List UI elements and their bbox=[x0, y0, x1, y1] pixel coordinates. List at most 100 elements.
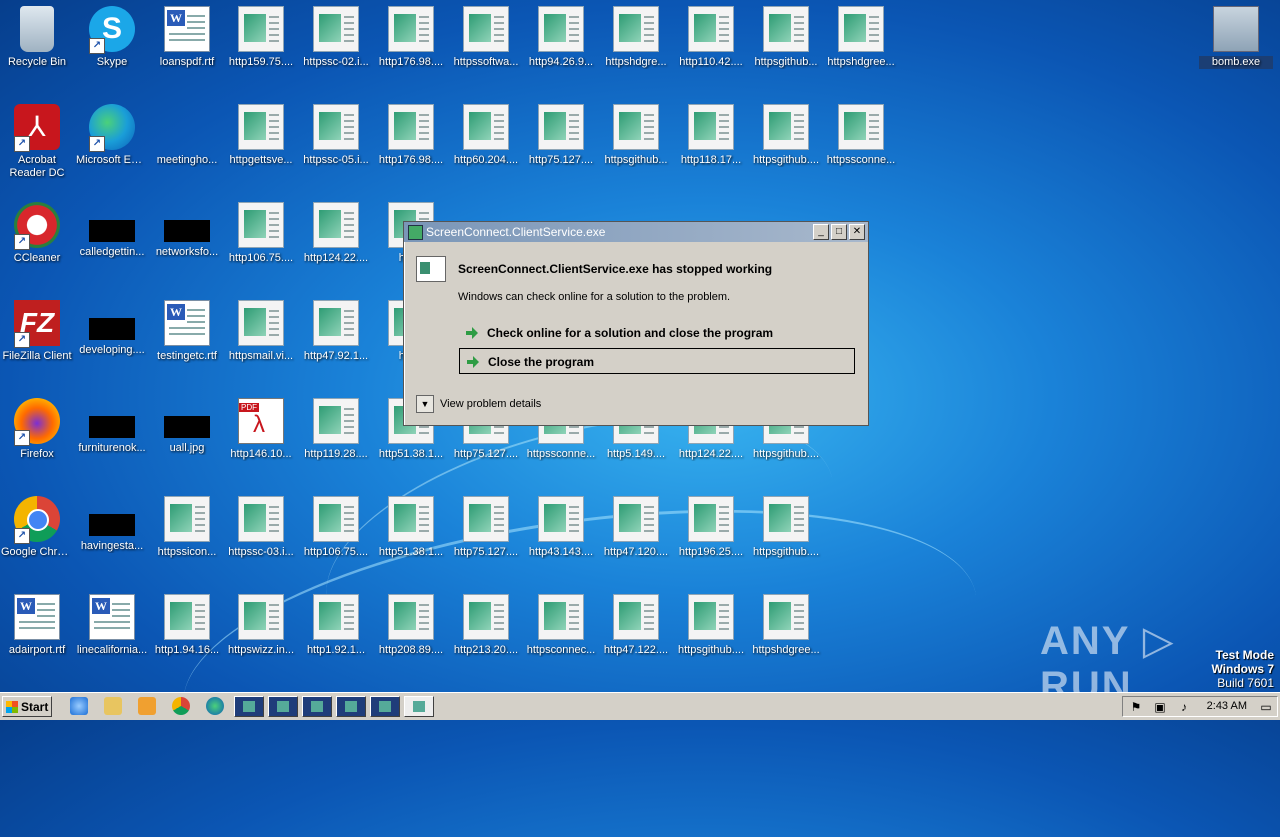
network-icon[interactable]: ▣ bbox=[1153, 700, 1167, 714]
desktop-icon[interactable]: S ↗ Skype bbox=[75, 0, 149, 90]
desktop-icon[interactable]: http51.38.1... bbox=[374, 490, 448, 580]
desktop-icon[interactable]: networksfo... bbox=[150, 196, 224, 286]
desktop-icon[interactable]: Wadairport.rtf bbox=[0, 588, 74, 678]
desktop-icon-label: http119.28.... bbox=[304, 448, 368, 460]
flag-icon[interactable]: ⚑ bbox=[1129, 700, 1143, 714]
desktop-icon[interactable]: http118.17... bbox=[674, 98, 748, 188]
close-program-option[interactable]: Close the program bbox=[459, 348, 855, 374]
desktop-icon[interactable]: http47.92.1... bbox=[299, 294, 373, 384]
desktop-icon[interactable]: furniturenok... bbox=[75, 392, 149, 482]
desktop-icon[interactable]: http159.75.... bbox=[224, 0, 298, 90]
desktop-icon[interactable]: meetingho... bbox=[150, 98, 224, 188]
desktop-icon[interactable]: httpshdgree... bbox=[749, 588, 823, 678]
desktop-icon[interactable]: httpsgithub.... bbox=[674, 588, 748, 678]
dialog-titlebar[interactable]: ScreenConnect.ClientService.exe _ □ ✕ bbox=[404, 222, 868, 242]
desktop-icon[interactable]: httpsmail.vi... bbox=[224, 294, 298, 384]
desktop-icon[interactable]: http75.127.... bbox=[524, 98, 598, 188]
start-button[interactable]: Start bbox=[2, 696, 52, 717]
desktop-icon[interactable]: Wtestingetc.rtf bbox=[150, 294, 224, 384]
desktop-icon-label: httpshdgree... bbox=[827, 56, 895, 68]
desktop-icon[interactable]: http110.42.... bbox=[674, 0, 748, 90]
desktop-icon[interactable]: PDF http146.10... bbox=[224, 392, 298, 482]
desktop-icon[interactable]: Recycle Bin bbox=[0, 0, 74, 90]
desktop-icon[interactable]: httpssconne... bbox=[824, 98, 898, 188]
os-label: Windows 7 bbox=[1211, 662, 1274, 676]
desktop-icon[interactable]: http119.28.... bbox=[299, 392, 373, 482]
desktop-icon[interactable]: http1.94.16... bbox=[150, 588, 224, 678]
desktop-icon[interactable]: http47.120.... bbox=[599, 490, 673, 580]
clock[interactable]: 2:43 AM bbox=[1207, 700, 1247, 712]
ie-icon[interactable] bbox=[70, 697, 88, 715]
desktop-icon-label: http213.20.... bbox=[453, 644, 519, 656]
desktop-icon-label: http146.10... bbox=[230, 448, 292, 460]
desktop-icon[interactable]: http106.75.... bbox=[224, 196, 298, 286]
desktop-icon[interactable]: Wloanspdf.rtf bbox=[150, 0, 224, 90]
check-online-option[interactable]: Check online for a solution and close th… bbox=[459, 320, 855, 346]
taskbar-window-button[interactable] bbox=[370, 696, 400, 717]
desktop-icon[interactable]: ↗ Firefox bbox=[0, 392, 74, 482]
desktop-icon[interactable]: http176.98.... bbox=[374, 0, 448, 90]
media-player-icon[interactable] bbox=[138, 697, 156, 715]
desktop-icon[interactable]: httpsgithub.... bbox=[749, 98, 823, 188]
desktop-icon[interactable]: http213.20.... bbox=[449, 588, 523, 678]
taskbar-window-button-active[interactable] bbox=[404, 696, 434, 717]
chrome-icon[interactable] bbox=[172, 697, 190, 715]
desktop-icon[interactable]: http176.98.... bbox=[374, 98, 448, 188]
desktop-icon-label: http124.22.... bbox=[678, 448, 744, 460]
desktop-icon[interactable]: http196.25.... bbox=[674, 490, 748, 580]
desktop-icon[interactable]: developing.... bbox=[75, 294, 149, 384]
volume-icon[interactable]: ♪ bbox=[1177, 700, 1191, 714]
desktop-icon[interactable]: ↗ Google Chrome bbox=[0, 490, 74, 580]
desktop-icon-label: httpsconnec... bbox=[526, 644, 596, 656]
desktop-icon[interactable]: bomb.exe bbox=[1199, 0, 1273, 90]
maximize-button[interactable]: □ bbox=[831, 224, 847, 240]
desktop-icon[interactable]: httpgettsve... bbox=[224, 98, 298, 188]
view-details-toggle[interactable]: ▼ View problem details bbox=[416, 395, 541, 413]
desktop-icon[interactable]: httpshdgree... bbox=[824, 0, 898, 90]
desktop-icon[interactable]: uall.jpg bbox=[150, 392, 224, 482]
desktop-icon[interactable]: httpsgithub... bbox=[599, 98, 673, 188]
desktop-icon[interactable]: http43.143.... bbox=[524, 490, 598, 580]
minimize-button[interactable]: _ bbox=[813, 224, 829, 240]
desktop-icon[interactable]: calledgettin... bbox=[75, 196, 149, 286]
folder-icon[interactable] bbox=[104, 697, 122, 715]
desktop-icon[interactable]: http124.22.... bbox=[299, 196, 373, 286]
desktop-icon[interactable]: httpssoftwa... bbox=[449, 0, 523, 90]
show-desktop-icon[interactable]: ▭ bbox=[1259, 700, 1273, 714]
desktop-icon[interactable]: ⅄ ↗ Acrobat Reader DC bbox=[0, 98, 74, 188]
desktop-icon[interactable]: httpssc-05.i... bbox=[299, 98, 373, 188]
taskbar-window-button[interactable] bbox=[234, 696, 264, 717]
desktop-icon[interactable]: httpssc-03.i... bbox=[224, 490, 298, 580]
desktop-icon[interactable]: httpswizz.in... bbox=[224, 588, 298, 678]
html-file-icon bbox=[238, 496, 284, 542]
desktop-icon[interactable]: httpshdgre... bbox=[599, 0, 673, 90]
desktop-icon[interactable]: http60.204.... bbox=[449, 98, 523, 188]
desktop-icon[interactable]: havingesta... bbox=[75, 490, 149, 580]
shortcut-arrow-icon: ↗ bbox=[14, 430, 30, 446]
desktop-icon-label: httpsgithub... bbox=[754, 56, 818, 68]
chevron-down-icon[interactable]: ▼ bbox=[416, 395, 434, 413]
desktop-icon[interactable]: http208.89.... bbox=[374, 588, 448, 678]
desktop-icon-label: Firefox bbox=[20, 448, 54, 460]
desktop-icon[interactable]: http106.75.... bbox=[299, 490, 373, 580]
desktop-icon[interactable]: httpsgithub... bbox=[749, 0, 823, 90]
desktop-icon[interactable]: http75.127.... bbox=[449, 490, 523, 580]
taskbar-window-button[interactable] bbox=[268, 696, 298, 717]
taskbar: Start ⚑ ▣ ♪ 2:43 AM ▭ bbox=[0, 692, 1280, 720]
taskbar-window-button[interactable] bbox=[302, 696, 332, 717]
desktop-icon-label: httpgettsve... bbox=[229, 154, 293, 166]
close-button[interactable]: ✕ bbox=[849, 224, 865, 240]
desktop-icon[interactable]: httpsconnec... bbox=[524, 588, 598, 678]
desktop-icon[interactable]: FZ ↗ FileZilla Client bbox=[0, 294, 74, 384]
desktop-icon[interactable]: httpssc-02.i... bbox=[299, 0, 373, 90]
desktop-icon[interactable]: httpsgithub.... bbox=[749, 490, 823, 580]
taskbar-window-button[interactable] bbox=[336, 696, 366, 717]
desktop-icon[interactable]: http1.92.1... bbox=[299, 588, 373, 678]
edge-icon[interactable] bbox=[206, 697, 224, 715]
desktop-icon[interactable]: http47.122.... bbox=[599, 588, 673, 678]
desktop-icon[interactable]: httpssicon... bbox=[150, 490, 224, 580]
desktop-icon[interactable]: Wlinecalifornia... bbox=[75, 588, 149, 678]
desktop-icon[interactable]: http94.26.9... bbox=[524, 0, 598, 90]
desktop-icon[interactable]: ↗ Microsoft Edge bbox=[75, 98, 149, 188]
desktop-icon[interactable]: ↗ CCleaner bbox=[0, 196, 74, 286]
